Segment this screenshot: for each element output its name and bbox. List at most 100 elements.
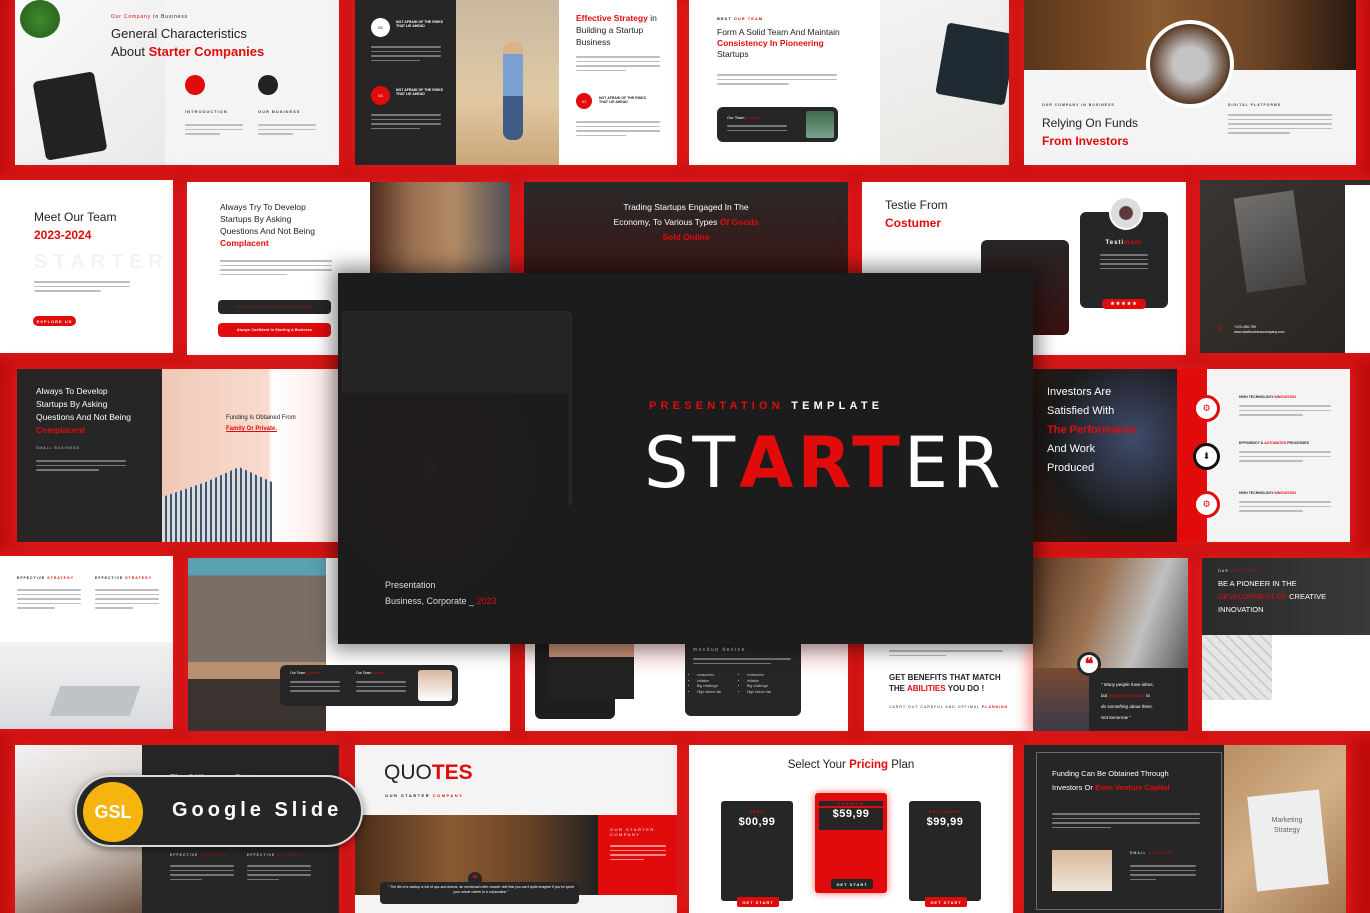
- bullet-item: High failure risk: [697, 690, 721, 696]
- website: www.startbusinesscompany.com: [1234, 330, 1285, 334]
- quote-icon: ❝: [468, 872, 482, 886]
- slide-form-team[interactable]: BEST OUR TEAM Form A Solid Team And Main…: [689, 0, 1009, 165]
- slide-meet-our-team[interactable]: Meet Our Team 2023-2024 STARTER EXPLORE …: [0, 180, 173, 353]
- get-start-button[interactable]: GET START: [737, 897, 779, 907]
- slide-contact[interactable]: ✆ +123-456-789 www.startbusinesscompany.…: [1200, 180, 1370, 353]
- confident-button[interactable]: Always Confident In Starting A Business: [218, 323, 331, 337]
- get-start-button[interactable]: GET START: [831, 879, 873, 889]
- title-line: Satisfied With: [1047, 405, 1115, 417]
- body-text: [220, 260, 332, 275]
- keyboard-photo: [1202, 635, 1272, 700]
- phone: +123-456-789: [1234, 325, 1256, 329]
- notebook: [935, 22, 1009, 106]
- bullet-list: consumersInflationBig challengeHigh fail…: [697, 673, 721, 695]
- innovation-icon: ⚙: [1193, 491, 1220, 518]
- title-line: BE A PIONEER IN THE: [1218, 579, 1297, 588]
- slide-always-dark[interactable]: Always To Develop Startups By Asking Que…: [17, 369, 339, 542]
- years: 2023-2024: [34, 228, 92, 242]
- slide-pioneer[interactable]: OUR PORTFOLIO BE A PIONEER IN THE DEVELO…: [1202, 558, 1370, 731]
- title-red: Consistency In Pioneering: [717, 38, 824, 48]
- body-text: [185, 124, 243, 135]
- title-line: Building a Startup: [576, 25, 644, 35]
- coffee-laptop-photo: [1033, 558, 1188, 668]
- mockup-card: mockup device consumersInflationBig chal…: [685, 644, 801, 716]
- plan-name: PREMIUM: [819, 801, 883, 806]
- intro-icon: [185, 75, 205, 95]
- slide-quotes[interactable]: QUOTES OUR STARTER COMPANY OUR STARTER C…: [355, 745, 677, 913]
- get-start-button[interactable]: GET START: [925, 897, 967, 907]
- title-line: Questions And Not Being: [220, 226, 315, 236]
- col-heading: OUR BUSINESS: [258, 109, 301, 114]
- slide-investors[interactable]: Investors Are Satisfied With The Perform…: [1033, 369, 1350, 542]
- title-line: Startups: [717, 49, 749, 59]
- slide-benefits[interactable]: GET BENEFITS THAT MATCH THE ABILITIES YO…: [864, 644, 1033, 731]
- number-badge: 01: [576, 93, 592, 109]
- google-slide-badge: GSL Google Slide: [75, 775, 363, 847]
- avatar: [1109, 196, 1143, 230]
- slide-mockup[interactable]: mockup device consumersInflationBig chal…: [525, 644, 848, 731]
- body-text: [34, 281, 130, 292]
- plan-name: EXCLUSIVE: [929, 809, 961, 814]
- slide-funding[interactable]: Funding Can Be Obtained Through Investor…: [1024, 745, 1346, 913]
- item-label: NOT AFRAID OF THE RISKS THAT LIE AHEAD: [599, 96, 646, 105]
- plant-icon: [20, 0, 60, 38]
- plan-price: $59,99: [819, 808, 883, 830]
- col-heading: INTRODUCTION: [185, 109, 228, 114]
- slide-trading-startups[interactable]: Trading Startups Engaged In The Economy,…: [524, 182, 848, 277]
- body-text: [576, 56, 660, 71]
- side-heading: DIGITAL PLATFORMS: [1228, 103, 1282, 107]
- pricing-card-exclusive: EXCLUSIVE $99,99 GET START: [909, 801, 981, 907]
- quote-card: " The life of a startup is full of ups a…: [380, 882, 579, 904]
- footer-line: Presentation: [385, 580, 436, 590]
- discipline-button[interactable]: Discipline And Confidence In A Business: [218, 300, 331, 314]
- body-text: [371, 46, 441, 61]
- slide-title-dark: About: [111, 44, 145, 59]
- title-red: Complacent: [220, 238, 269, 248]
- title-red: From Investors: [1042, 134, 1129, 148]
- bullet-list: consumersInflationBig challengeHigh fail…: [747, 673, 771, 695]
- innovation-icon: ⚙: [1193, 395, 1220, 422]
- slide-effective-strategy[interactable]: 02 NOT AFRAID OF THE RISKS THAT LIE AHEA…: [355, 0, 677, 165]
- slide-pricing[interactable]: Select Your Pricing Plan FREE $00,99 GET S…: [689, 745, 1013, 913]
- bullet-item: Big challenge: [697, 684, 721, 690]
- workspace-photo: [1052, 850, 1112, 891]
- slide-effective-columns[interactable]: EFFECTIVE STRATEGY EFFECTIVE STRATEGY: [0, 556, 173, 729]
- title-line: INNOVATION: [1218, 605, 1264, 614]
- item-label: NOT AFRAID OF THE RISKS THAT LIE AHEAD: [396, 20, 443, 29]
- title-line: GET BENEFITS THAT MATCH: [889, 673, 1001, 682]
- pricing-card-premium: PREMIUM $59,99 GET START: [815, 793, 887, 893]
- woman-photo: [549, 644, 634, 699]
- kicker: SMALL BUSINESS: [36, 446, 81, 450]
- title-red: Costumer: [885, 216, 942, 230]
- number-badge: 03: [371, 86, 390, 105]
- item-label: NOT AFRAID OF THE RISKS THAT LIE AHEAD: [396, 88, 443, 97]
- slide-relying-on-funds[interactable]: OUR COMPANY IN BUSINESS Relying On Funds…: [1024, 0, 1356, 165]
- laptops-photo: [1233, 190, 1307, 293]
- rating-stars: ★★★★★: [1102, 299, 1146, 309]
- slide-general-characteristics[interactable]: Our Company In Business General Characte…: [15, 0, 339, 165]
- watermark: STARTER: [34, 251, 169, 273]
- title-red: Sold Online: [662, 232, 710, 242]
- phone-icon: ✆: [1218, 327, 1224, 333]
- kicker: mockup device: [693, 647, 746, 653]
- gsl-logo-icon: GSL: [83, 782, 143, 842]
- bullet-item: Big challenge: [747, 684, 771, 690]
- title-line: Startups By Asking: [220, 214, 292, 224]
- explore-button[interactable]: EXPLORE US: [33, 316, 76, 326]
- slide-title: Meet Our Team: [34, 210, 117, 224]
- title-line: Trading Startups Engaged In The: [623, 202, 749, 212]
- body-text: [1228, 114, 1332, 134]
- badge-label: Google Slide: [172, 799, 343, 821]
- title-line: Always Try To Develop: [220, 202, 306, 212]
- slide-mosaic: Our Company In Business General Characte…: [0, 0, 1370, 913]
- footer-line: Business, Corporate _ 2023: [385, 596, 497, 606]
- title-line: Relying On Funds: [1042, 116, 1139, 130]
- number-badge: 02: [371, 18, 390, 37]
- slide-quote-coffee[interactable]: ❝ " Many people have ideas, but few peop…: [1033, 558, 1188, 731]
- slide-title-red: Starter Companies: [148, 44, 265, 59]
- person-figure: [503, 42, 523, 140]
- team-card: Our Team Founder Our Team Founder: [280, 665, 458, 706]
- hero-slide[interactable]: PRESENTATION TEMPLATE STARTER Presentati…: [338, 273, 1033, 644]
- subtitle-red: PRESENTATION: [649, 400, 784, 412]
- body-text: [717, 74, 837, 85]
